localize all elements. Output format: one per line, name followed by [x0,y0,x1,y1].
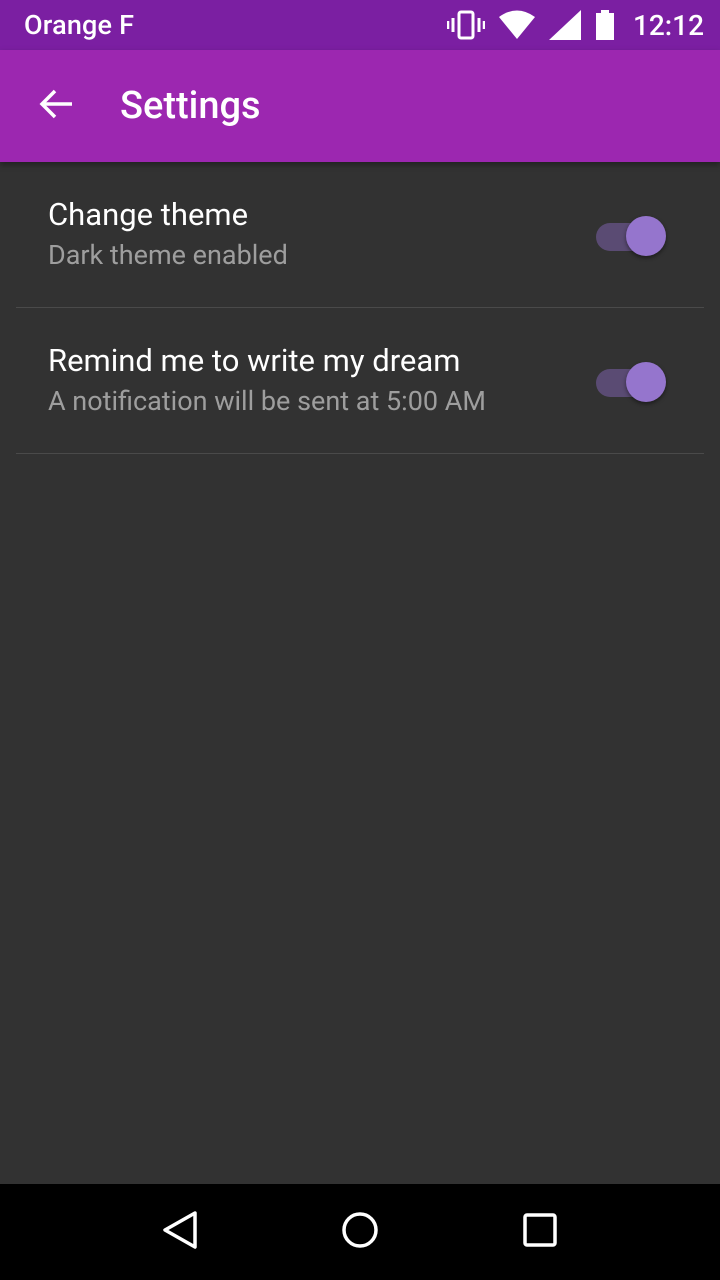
page-title: Settings [120,84,261,128]
clock: 12:12 [632,8,704,42]
setting-title: Change theme [48,195,249,233]
app-bar: Settings [0,50,720,162]
battery-icon [595,10,615,40]
vibrate-icon [446,10,485,40]
setting-summary: Dark theme enabled [48,238,288,271]
setting-title: Remind me to write my dream [48,341,461,379]
back-button[interactable] [0,50,112,162]
nav-home-button[interactable] [310,1184,410,1280]
switch-thumb [626,215,666,256]
nav-back-button[interactable] [130,1184,230,1280]
status-icons: 12:12 [446,8,704,42]
settings-list: Change theme Dark theme enabled Remind m… [0,162,720,454]
cellular-signal-icon [548,10,581,40]
switch-thumb [626,361,666,402]
arrow-back-icon [39,89,73,123]
setting-texts: Remind me to write my dream A notificati… [48,341,486,421]
back-triangle-icon [161,1210,199,1254]
setting-texts: Change theme Dark theme enabled [48,195,288,275]
home-circle-icon [340,1210,380,1254]
navigation-bar [0,1184,720,1280]
setting-change-theme[interactable]: Change theme Dark theme enabled [16,162,704,308]
wifi-icon [498,10,535,40]
settings-screen: Orange F 12:12 Settings Change theme Dar… [0,0,720,1280]
carrier-name: Orange F [24,9,135,41]
reminder-toggle-switch[interactable] [596,361,666,402]
nav-recents-button[interactable] [490,1184,590,1280]
recents-square-icon [522,1212,558,1252]
theme-toggle-switch[interactable] [596,215,666,256]
setting-summary: A notification will be sent at 5:00 AM [48,384,486,417]
setting-dream-reminder[interactable]: Remind me to write my dream A notificati… [16,308,704,454]
status-bar: Orange F 12:12 [0,0,720,50]
